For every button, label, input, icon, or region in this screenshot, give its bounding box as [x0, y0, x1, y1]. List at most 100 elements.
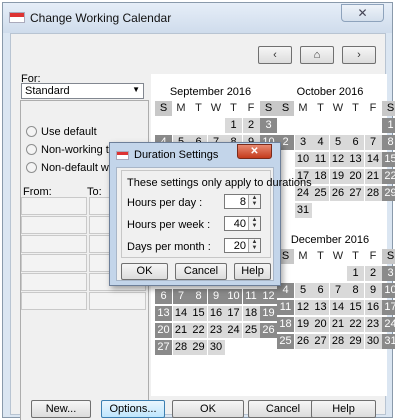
- weekday-header[interactable]: T: [225, 101, 242, 116]
- calendar-day[interactable]: 9: [207, 289, 225, 304]
- calendar-day[interactable]: 20: [347, 169, 364, 184]
- calendar-day[interactable]: 16: [207, 306, 225, 321]
- calendar-day[interactable]: 28: [172, 340, 190, 355]
- calendar-day[interactable]: 17: [382, 300, 395, 315]
- calendar-day[interactable]: 26: [294, 334, 312, 349]
- prev-month-button[interactable]: ‹: [258, 46, 292, 64]
- hours-per-day-stepper[interactable]: 8 ▲ ▼: [224, 194, 261, 209]
- calendar-day[interactable]: 6: [347, 135, 364, 150]
- calendar-day[interactable]: 8: [190, 289, 207, 304]
- options-button[interactable]: Options...: [101, 400, 165, 418]
- calendar-day[interactable]: 10: [382, 283, 395, 298]
- days-per-month-stepper[interactable]: 20 ▲ ▼: [224, 238, 261, 253]
- new-button[interactable]: New...: [31, 400, 91, 418]
- calendar-day[interactable]: 18: [242, 306, 260, 321]
- hours-per-week-stepper[interactable]: 40 ▲ ▼: [224, 216, 261, 231]
- weekday-header[interactable]: F: [242, 101, 260, 116]
- calendar-day[interactable]: 22: [347, 317, 364, 332]
- calendar-day[interactable]: 30: [207, 340, 225, 355]
- calendar-day[interactable]: 1: [347, 266, 364, 281]
- calendar-select[interactable]: Standard ▼: [21, 83, 144, 99]
- calendar-day[interactable]: 18: [312, 169, 329, 184]
- calendar-day[interactable]: 8: [347, 283, 364, 298]
- calendar-day[interactable]: 13: [312, 300, 329, 315]
- calendar-day[interactable]: 8: [382, 135, 395, 150]
- weekday-header[interactable]: T: [347, 101, 364, 116]
- dialog-cancel-button[interactable]: Cancel: [175, 263, 227, 280]
- calendar-day[interactable]: 23: [207, 323, 225, 338]
- calendar-day[interactable]: 21: [364, 169, 382, 184]
- calendar-day[interactable]: 12: [294, 300, 312, 315]
- calendar-day[interactable]: 26: [329, 186, 347, 201]
- calendar-day[interactable]: 20: [155, 323, 172, 338]
- calendar-day[interactable]: 9: [364, 283, 382, 298]
- calendar-day[interactable]: 2: [242, 118, 260, 133]
- weekday-header[interactable]: S: [382, 101, 395, 116]
- calendar-day[interactable]: 24: [382, 317, 395, 332]
- calendar-day[interactable]: 10: [294, 152, 312, 167]
- calendar-day[interactable]: 3: [382, 266, 395, 281]
- dialog-help-button[interactable]: Help: [234, 263, 271, 280]
- weekday-header[interactable]: W: [329, 249, 347, 264]
- weekday-header[interactable]: M: [294, 249, 312, 264]
- calendar-day[interactable]: 24: [225, 323, 242, 338]
- spin-arrows-icon[interactable]: ▲ ▼: [248, 195, 260, 208]
- calendar-day[interactable]: 29: [382, 186, 395, 201]
- calendar-day[interactable]: 6: [312, 283, 329, 298]
- calendar-day[interactable]: 19: [294, 317, 312, 332]
- calendar-day[interactable]: 31: [294, 203, 312, 218]
- calendar-day[interactable]: 6: [155, 289, 172, 304]
- calendar-day[interactable]: 11: [242, 289, 260, 304]
- dialog-ok-button[interactable]: OK: [121, 263, 168, 280]
- calendar-day[interactable]: 28: [329, 334, 347, 349]
- weekday-header[interactable]: S: [155, 101, 172, 116]
- calendar-day[interactable]: 14: [364, 152, 382, 167]
- calendar-day[interactable]: 23: [364, 317, 382, 332]
- calendar-day[interactable]: 22: [382, 169, 395, 184]
- calendar-day[interactable]: 26: [260, 323, 277, 338]
- weekday-header[interactable]: W: [329, 101, 347, 116]
- calendar-day[interactable]: 27: [312, 334, 329, 349]
- spin-arrows-icon[interactable]: ▲ ▼: [248, 239, 260, 252]
- calendar-day[interactable]: 14: [172, 306, 190, 321]
- to-cell[interactable]: [89, 292, 146, 310]
- weekday-header[interactable]: W: [207, 101, 225, 116]
- calendar-day[interactable]: 13: [155, 306, 172, 321]
- calendar-day[interactable]: 13: [347, 152, 364, 167]
- calendar-day[interactable]: 19: [329, 169, 347, 184]
- weekday-header[interactable]: M: [294, 101, 312, 116]
- cancel-button[interactable]: Cancel: [248, 400, 318, 418]
- from-cell[interactable]: [21, 254, 87, 272]
- calendar-day[interactable]: 1: [225, 118, 242, 133]
- from-cell[interactable]: [21, 273, 87, 291]
- calendar-day[interactable]: 28: [364, 186, 382, 201]
- calendar-day[interactable]: 15: [347, 300, 364, 315]
- weekday-header[interactable]: T: [312, 249, 329, 264]
- calendar-day[interactable]: 7: [329, 283, 347, 298]
- next-month-button[interactable]: ›: [342, 46, 376, 64]
- calendar-day[interactable]: 14: [329, 300, 347, 315]
- spin-arrows-icon[interactable]: ▲ ▼: [248, 217, 260, 230]
- today-button[interactable]: ⌂: [300, 46, 334, 64]
- from-cell[interactable]: [21, 292, 87, 310]
- calendar-day[interactable]: 7: [364, 135, 382, 150]
- dialog-close-button[interactable]: ✕: [237, 144, 272, 159]
- from-cell[interactable]: [21, 235, 87, 253]
- calendar-day[interactable]: 15: [190, 306, 207, 321]
- weekday-header[interactable]: F: [364, 101, 382, 116]
- calendar-day[interactable]: 25: [277, 334, 294, 349]
- calendar-day[interactable]: 10: [225, 289, 242, 304]
- calendar-day[interactable]: 3: [260, 118, 277, 133]
- calendar-day[interactable]: 27: [347, 186, 364, 201]
- calendar-day[interactable]: 12: [329, 152, 347, 167]
- calendar-day[interactable]: 21: [172, 323, 190, 338]
- calendar-day[interactable]: 25: [312, 186, 329, 201]
- calendar-day[interactable]: 21: [329, 317, 347, 332]
- weekday-header[interactable]: S: [382, 249, 395, 264]
- calendar-day[interactable]: 31: [382, 334, 395, 349]
- weekday-header[interactable]: S: [260, 101, 277, 116]
- calendar-day[interactable]: 1: [382, 118, 395, 133]
- calendar-day[interactable]: 5: [294, 283, 312, 298]
- calendar-day[interactable]: 17: [225, 306, 242, 321]
- calendar-day[interactable]: 19: [260, 306, 277, 321]
